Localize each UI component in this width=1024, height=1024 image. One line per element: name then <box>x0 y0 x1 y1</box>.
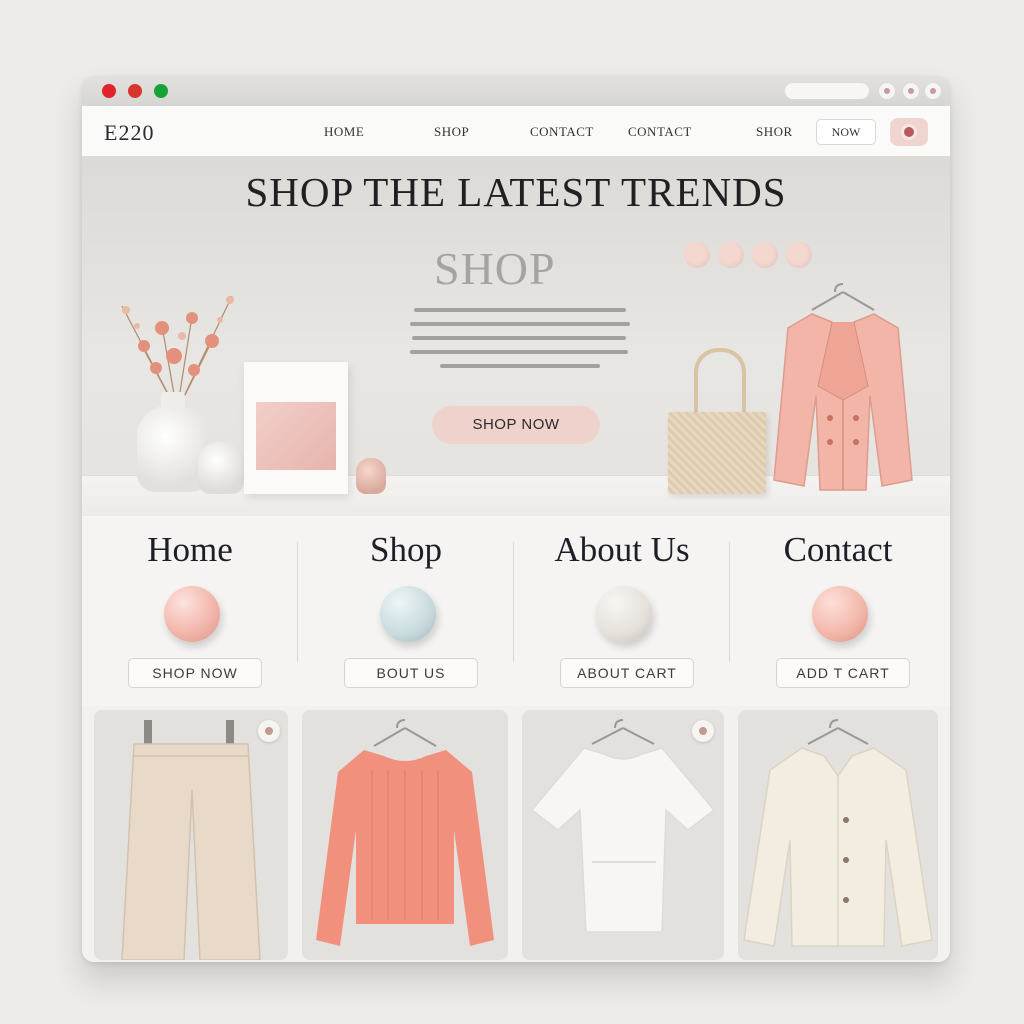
tote-bag-handle <box>694 348 746 422</box>
close-dot-icon[interactable] <box>102 84 116 98</box>
card-button-about-us[interactable]: BOUT US <box>344 658 478 688</box>
card-heading-shop[interactable]: Shop <box>298 530 514 570</box>
card-heading-home[interactable]: Home <box>82 530 298 570</box>
minimize-dot-icon[interactable] <box>128 84 142 98</box>
profile-icon[interactable] <box>902 82 920 100</box>
pink-orb-icon <box>812 586 868 642</box>
frame-art <box>256 402 336 470</box>
toolbar-pill[interactable] <box>785 83 869 99</box>
pink-orb-icon <box>164 586 220 642</box>
pink-blazer-image <box>773 283 913 491</box>
cart-button[interactable] <box>890 118 928 146</box>
card-heading-contact[interactable]: Contact <box>730 530 946 570</box>
trousers-image <box>121 720 261 960</box>
card-button-about-cart[interactable]: ABOUT CART <box>560 658 694 688</box>
cream-blazer-image <box>743 719 933 947</box>
hero-subtitle: SHOP <box>434 243 556 294</box>
cart-icon <box>904 127 914 137</box>
settings-icon[interactable] <box>878 82 896 100</box>
blue-orb-icon <box>380 586 436 642</box>
nav-link-contact-2[interactable]: CONTACT <box>628 124 692 140</box>
carousel-dot[interactable] <box>786 242 812 268</box>
browser-window: E220 HOME SHOP CONTACT CONTACT SHOR NOW … <box>82 76 950 962</box>
site-navbar: E220 HOME SHOP CONTACT CONTACT SHOR NOW <box>82 106 950 157</box>
carousel-dot[interactable] <box>684 242 710 268</box>
small-vase-image <box>198 442 244 494</box>
hero-title: SHOP THE LATEST TRENDS <box>245 169 787 215</box>
beige-orb-icon <box>596 586 652 642</box>
title-bar <box>82 76 950 106</box>
product-card-trousers[interactable] <box>94 710 288 960</box>
nav-link-shor[interactable]: SHOR <box>756 124 793 140</box>
hero-banner: SHOP THE LATEST TRENDS SHOP SHOP NOW <box>82 156 950 516</box>
placeholder-text-lines <box>410 308 630 368</box>
carousel-dot[interactable] <box>752 242 778 268</box>
favorite-icon[interactable] <box>692 720 714 742</box>
hero-shop-now-button[interactable]: SHOP NOW <box>432 406 600 444</box>
section-cards: Home SHOP NOW Shop BOUT US About Us ABOU… <box>82 516 950 706</box>
nav-link-shop[interactable]: SHOP <box>434 124 469 140</box>
card-home: Home SHOP NOW <box>82 516 298 706</box>
tote-bag-image <box>668 412 766 494</box>
card-shop: Shop BOUT US <box>298 516 514 706</box>
pink-vase-image <box>356 458 386 494</box>
favorite-icon[interactable] <box>258 720 280 742</box>
product-card-sweater[interactable] <box>302 710 508 960</box>
card-button-add-to-cart[interactable]: ADD T CART <box>776 658 910 688</box>
card-button-shop-now[interactable]: SHOP NOW <box>128 658 262 688</box>
tshirt-image <box>530 719 716 933</box>
sweater-image <box>316 719 494 946</box>
picture-frame-image <box>244 362 348 494</box>
carousel-dot[interactable] <box>718 242 744 268</box>
product-card-tshirt[interactable] <box>522 710 724 960</box>
card-contact: Contact ADD T CART <box>730 516 946 706</box>
hero-body-text <box>410 304 630 379</box>
card-heading-about-us[interactable]: About Us <box>514 530 730 570</box>
card-about-us: About Us ABOUT CART <box>514 516 730 706</box>
menu-icon[interactable] <box>924 82 942 100</box>
nav-link-contact[interactable]: CONTACT <box>530 124 594 140</box>
product-grid <box>82 706 950 962</box>
maximize-dot-icon[interactable] <box>154 84 168 98</box>
site-logo[interactable]: E220 <box>104 120 154 146</box>
product-card-blazer[interactable] <box>738 710 938 960</box>
now-button[interactable]: NOW <box>816 119 876 145</box>
nav-link-home[interactable]: HOME <box>324 124 364 140</box>
